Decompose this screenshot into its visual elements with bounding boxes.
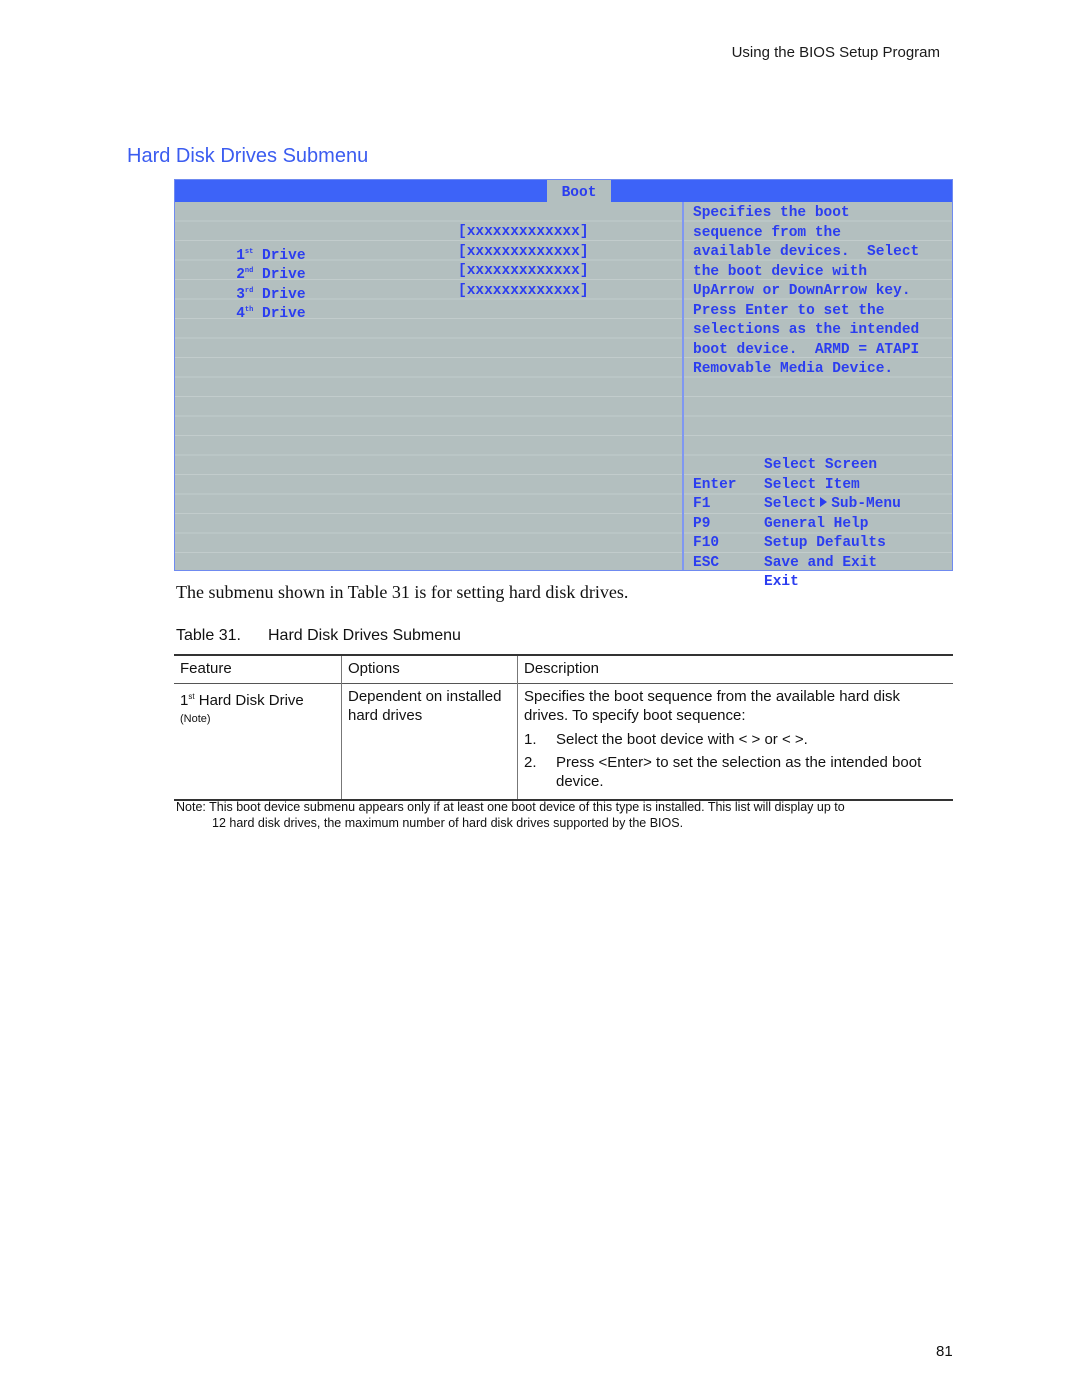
footnote-line-1: This boot device submenu appears only if…: [209, 800, 845, 814]
feature-cell: 1st Hard Disk Drive (Note): [174, 684, 342, 801]
step-number: 2.: [524, 754, 537, 771]
key-legend-row: Select Screen: [693, 417, 953, 473]
running-header: Using the BIOS Setup Program: [731, 44, 940, 61]
column-header-options: Options: [341, 655, 518, 684]
help-line: sequence from the: [693, 224, 841, 241]
help-line: the boot device with: [693, 263, 868, 280]
bios-key-legend: Select Screen Select Item Enter Select Su…: [693, 417, 953, 591]
help-line: Press Enter to set the: [693, 302, 885, 319]
bios-tab-boot[interactable]: Boot: [547, 180, 611, 202]
feature-name: 1st Hard Disk Drive: [180, 687, 335, 710]
column-header-description: Description: [517, 655, 953, 684]
bios-item-drive-4[interactable]: 4th Drive [xxxxxxxxxxxxx]: [184, 282, 604, 323]
help-line: Removable Media Device.: [693, 361, 894, 377]
item-value[interactable]: [xxxxxxxxxxxxx]: [458, 243, 589, 263]
step-text: Select the boot device with < > or < >.: [556, 731, 808, 748]
item-suffix: th: [244, 306, 254, 314]
item-value[interactable]: [xxxxxxxxxxxxx]: [458, 223, 589, 243]
key-legend-row: ESC Exit: [693, 534, 953, 591]
page-number: 81: [936, 1343, 953, 1360]
table-row: 1st Hard Disk Drive (Note) Dependent on …: [174, 683, 953, 801]
step-text: Press <Enter> to set the selection as th…: [556, 754, 922, 790]
table-header-row: Feature Options Description: [174, 655, 953, 684]
table-caption-title: Hard Disk Drives Submenu: [268, 627, 461, 644]
item-number: 4: [236, 306, 245, 322]
key-name: ESC: [693, 554, 720, 571]
steps-list: 1. Select the boot device with < > or < >…: [524, 730, 947, 791]
feature-suffix: st: [188, 692, 195, 701]
bios-item-drive-3[interactable]: 3rd Drive [xxxxxxxxxxxxx]: [184, 262, 604, 303]
item-value[interactable]: [xxxxxxxxxxxxx]: [458, 282, 589, 302]
help-line: UpArrow or DownArrow key.: [693, 283, 911, 299]
key-legend-row: Select Item: [693, 437, 953, 493]
spec-table: Feature Options Description 1st Hard Dis…: [174, 654, 953, 801]
key-legend-row: P9 Setup Defaults: [693, 495, 953, 552]
step-item: 1. Select the boot device with < > or < >…: [524, 730, 947, 749]
column-header-feature: Feature: [180, 660, 232, 677]
key-legend-row: Enter Select Sub-Menu: [693, 456, 953, 513]
feature-label: Hard Disk Drive: [198, 692, 304, 709]
description-cell: Specifies the boot sequence from the ava…: [517, 683, 953, 800]
help-line: available devices. Select: [693, 244, 920, 260]
bios-screen: Boot 1st Drive [xxxxxxxxxxxxx] 2nd Drive…: [174, 179, 953, 591]
key-action: Exit: [764, 574, 799, 590]
help-line: selections as the intended: [693, 322, 920, 338]
table-caption-number: Table 31.: [176, 627, 241, 644]
bios-item-drive-1[interactable]: 1st Drive [xxxxxxxxxxxxx]: [184, 223, 604, 264]
footnote-line-2: 12 hard disk drives, the maximum number …: [212, 816, 684, 830]
table-caption: Table 31. Hard Disk Drives Submenu: [176, 627, 461, 645]
table-footnote: Note: This boot device submenu appears o…: [176, 799, 951, 831]
step-number: 1.: [524, 731, 537, 748]
section-title: Hard Disk Drives Submenu: [127, 145, 369, 167]
bios-item-drive-2[interactable]: 2nd Drive [xxxxxxxxxxxxx]: [184, 243, 604, 284]
help-line: boot device. ARMD = ATAPI: [693, 341, 920, 358]
key-legend-row: F10 Save and Exit: [693, 515, 953, 571]
item-label: Drive: [262, 306, 306, 322]
options-cell: Dependent on installed hard drives: [341, 683, 518, 800]
key-legend-row: F1 General Help: [693, 476, 953, 532]
bios-help-text: Specifies the boot sequence from the ava…: [693, 204, 919, 380]
bios-item-list: 1st Drive [xxxxxxxxxxxxx] 2nd Drive [xxx…: [184, 223, 604, 323]
bios-divider: [682, 202, 684, 570]
step-item: 2. Press <Enter> to set the selection as …: [524, 753, 947, 791]
key-action: Save and Exit: [764, 554, 878, 571]
item-value[interactable]: [xxxxxxxxxxxxx]: [458, 262, 589, 282]
description-text: Specifies the boot sequence from the ava…: [524, 688, 901, 724]
help-line: Specifies the boot: [693, 205, 850, 221]
note-reference: (Note): [180, 713, 211, 725]
footnote-label: Note:: [176, 800, 206, 814]
intro-paragraph: The submenu shown in Table 31 is for set…: [176, 582, 629, 602]
